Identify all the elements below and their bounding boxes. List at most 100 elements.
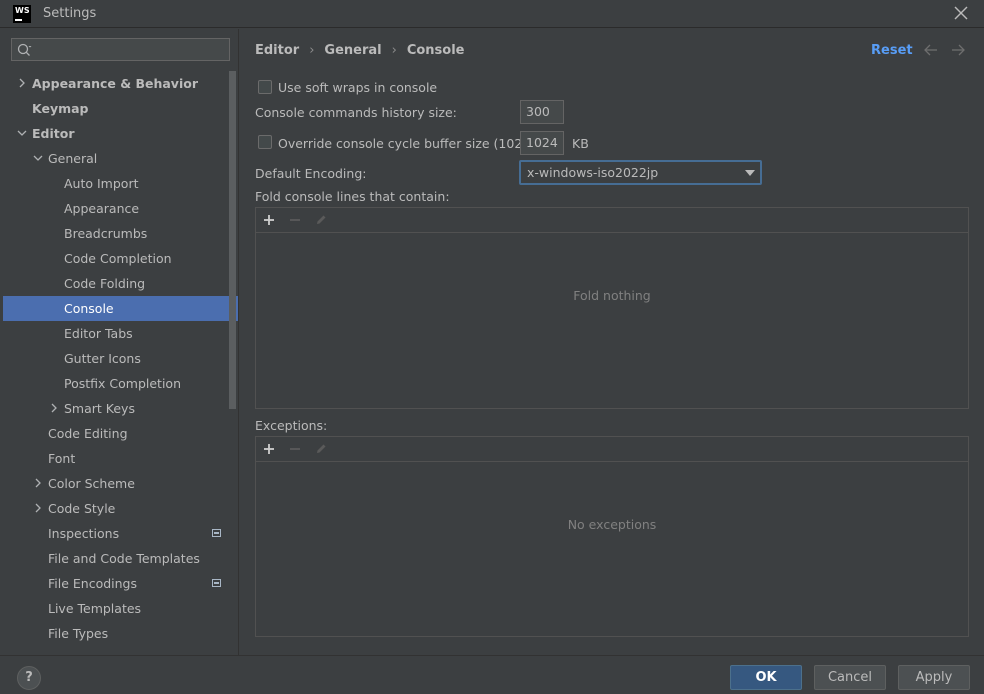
sidebar-item-code-folding[interactable]: Code Folding: [3, 271, 238, 296]
sidebar-item-color-scheme[interactable]: Color Scheme: [3, 471, 238, 496]
cancel-button[interactable]: Cancel: [814, 665, 886, 690]
fold-empty-text: Fold nothing: [573, 288, 651, 303]
soft-wraps-label: Use soft wraps in console: [278, 80, 438, 95]
sidebar-item-file-and-code-templates[interactable]: File and Code Templates: [3, 546, 238, 571]
remove-icon[interactable]: [288, 213, 302, 227]
edit-pencil-icon[interactable]: [314, 213, 328, 227]
sidebar-item-console[interactable]: Console: [3, 296, 238, 321]
chevron-right-icon[interactable]: [49, 403, 59, 413]
add-icon[interactable]: [262, 442, 276, 456]
encoding-dropdown[interactable]: x-windows-iso2022jp: [519, 160, 762, 185]
sidebar-item-label: Code Completion: [64, 251, 172, 266]
sidebar-item-label: Editor: [32, 126, 75, 141]
sidebar-item-label: Gutter Icons: [64, 351, 141, 366]
encoding-label: Default Encoding:: [255, 166, 367, 181]
search-icon: [17, 43, 32, 56]
back-arrow-icon[interactable]: [923, 43, 939, 57]
splitter[interactable]: [238, 29, 239, 655]
sidebar-item-file-types[interactable]: File Types: [3, 621, 238, 646]
sidebar-item-file-encodings[interactable]: File Encodings: [3, 571, 238, 596]
override-buffer-label: Override console cycle buffer size (1024…: [278, 136, 556, 151]
sidebar-item-gutter-icons[interactable]: Gutter Icons: [3, 346, 238, 371]
chevron-down-icon[interactable]: [33, 153, 43, 163]
sidebar-item-label: File and Code Templates: [48, 551, 200, 566]
sidebar-item-label: Code Style: [48, 501, 116, 516]
sidebar-item-label: Smart Keys: [64, 401, 135, 416]
close-icon[interactable]: [952, 4, 970, 22]
ok-button[interactable]: OK: [730, 665, 802, 690]
exceptions-list: No exceptions: [255, 436, 969, 637]
exceptions-empty-text: No exceptions: [567, 517, 657, 532]
webstorm-logo-icon: WS: [13, 5, 31, 23]
breadcrumb-separator-icon: ›: [391, 43, 397, 58]
sidebar-item-live-templates[interactable]: Live Templates: [3, 596, 238, 621]
buffer-unit-label: KB: [572, 136, 589, 151]
chevron-right-icon[interactable]: [33, 503, 43, 513]
sidebar-item-label: Live Templates: [48, 601, 142, 616]
breadcrumb: Editor › General › Console: [255, 43, 464, 58]
title-bar: WS Settings: [0, 0, 984, 28]
reset-link[interactable]: Reset: [871, 43, 913, 58]
sidebar-item-label: Auto Import: [64, 176, 139, 191]
breadcrumb-item: Console: [406, 43, 465, 58]
edit-pencil-icon[interactable]: [314, 442, 328, 456]
sidebar-item-label: General: [48, 151, 98, 166]
settings-search-input[interactable]: [11, 38, 230, 61]
breadcrumb-item: Editor: [255, 43, 300, 58]
dropdown-arrow-icon: [745, 170, 755, 176]
project-level-icon: [212, 579, 221, 587]
sidebar-item-label: Code Folding: [64, 276, 146, 291]
soft-wraps-checkbox[interactable]: [258, 80, 272, 94]
footer-divider: [0, 655, 984, 656]
breadcrumb-separator-icon: ›: [309, 43, 315, 58]
sidebar-item-code-completion[interactable]: Code Completion: [3, 246, 238, 271]
exceptions-label: Exceptions:: [255, 418, 328, 433]
fold-lines-label: Fold console lines that contain:: [255, 189, 450, 204]
fold-lines-toolbar: [256, 208, 968, 233]
sidebar-item-editor[interactable]: Editor: [3, 121, 238, 146]
app-logo-text: WS: [15, 6, 30, 15]
exceptions-toolbar: [256, 437, 968, 462]
sidebar-item-label: Console: [64, 301, 114, 316]
chevron-right-icon[interactable]: [17, 78, 27, 88]
sidebar-item-appearance[interactable]: Appearance: [3, 196, 238, 221]
sidebar-item-keymap[interactable]: Keymap: [3, 96, 238, 121]
sidebar-item-label: Editor Tabs: [64, 326, 133, 341]
sidebar-item-smart-keys[interactable]: Smart Keys: [3, 396, 238, 421]
sidebar-item-postfix-completion[interactable]: Postfix Completion: [3, 371, 238, 396]
sidebar-item-label: Color Scheme: [48, 476, 135, 491]
sidebar-item-label: Appearance: [64, 201, 140, 216]
chevron-right-icon[interactable]: [33, 478, 43, 488]
sidebar-item-appearance-behavior[interactable]: Appearance & Behavior: [3, 71, 238, 96]
breadcrumb-item: General: [324, 43, 382, 58]
remove-icon[interactable]: [288, 442, 302, 456]
override-buffer-checkbox[interactable]: [258, 135, 272, 149]
project-level-icon: [212, 529, 221, 537]
apply-button[interactable]: Apply: [898, 665, 970, 690]
buffer-size-input[interactable]: 1024: [520, 131, 564, 155]
sidebar-item-label: File Encodings: [48, 576, 138, 591]
help-button[interactable]: ?: [17, 666, 41, 690]
sidebar-item-label: Font: [48, 451, 76, 466]
forward-arrow-icon[interactable]: [950, 43, 966, 57]
sidebar-item-label: Code Editing: [48, 426, 128, 441]
history-size-input[interactable]: 300: [520, 100, 564, 124]
sidebar-item-breadcrumbs[interactable]: Breadcrumbs: [3, 221, 238, 246]
sidebar-item-label: Keymap: [32, 101, 89, 116]
sidebar-item-label: Postfix Completion: [64, 376, 181, 391]
chevron-down-icon[interactable]: [17, 128, 27, 138]
add-icon[interactable]: [262, 213, 276, 227]
sidebar-item-general[interactable]: General: [3, 146, 238, 171]
sidebar-item-font[interactable]: Font: [3, 446, 238, 471]
history-size-label: Console commands history size:: [255, 105, 457, 120]
fold-lines-list: Fold nothing: [255, 207, 969, 409]
sidebar-item-code-style[interactable]: Code Style: [3, 496, 238, 521]
sidebar-item-auto-import[interactable]: Auto Import: [3, 171, 238, 196]
sidebar-item-label: File Types: [48, 626, 109, 641]
encoding-value: x-windows-iso2022jp: [527, 165, 659, 180]
window-title: Settings: [43, 6, 97, 21]
sidebar-item-inspections[interactable]: Inspections: [3, 521, 238, 546]
sidebar-scrollbar[interactable]: [229, 71, 236, 409]
sidebar-item-code-editing[interactable]: Code Editing: [3, 421, 238, 446]
sidebar-item-editor-tabs[interactable]: Editor Tabs: [3, 321, 238, 346]
